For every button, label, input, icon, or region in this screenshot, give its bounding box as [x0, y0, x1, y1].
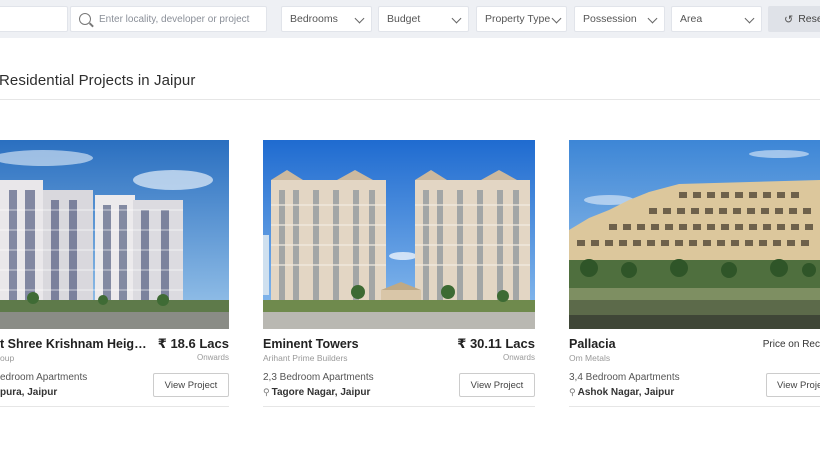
card-divider: [569, 406, 820, 407]
map-pin-icon: ⚲: [569, 387, 576, 397]
builder-name: Arihant Prime Builders: [263, 353, 348, 363]
budget-dropdown[interactable]: Budget: [378, 6, 469, 32]
project-image[interactable]: [569, 140, 820, 329]
card-divider: [263, 406, 535, 407]
project-config: edroom Apartments: [0, 372, 88, 383]
project-card[interactable]: Pallacia Om Metals Price on Rec 3,4 Bedr…: [569, 140, 820, 410]
project-image[interactable]: [263, 140, 535, 329]
search-icon: [79, 13, 91, 25]
reset-icon: ↺: [784, 13, 794, 26]
filter-bar: Bedrooms Budget Property Type Possession…: [0, 0, 820, 38]
map-pin-icon: ⚲: [263, 387, 270, 397]
property-type-label: Property Type: [485, 13, 551, 25]
view-project-button[interactable]: View Proje: [766, 373, 820, 397]
card-divider: [0, 406, 229, 407]
view-project-button[interactable]: View Project: [153, 373, 229, 397]
possession-label: Possession: [583, 13, 637, 25]
price-onwards: Onwards: [502, 353, 535, 362]
city-select[interactable]: [0, 6, 68, 32]
view-project-button[interactable]: View Project: [459, 373, 535, 397]
search-box[interactable]: [70, 6, 267, 32]
property-type-dropdown[interactable]: Property Type: [476, 6, 567, 32]
project-name[interactable]: Pallacia: [569, 337, 616, 351]
location-text: Tagore Nagar, Jaipur: [271, 387, 371, 398]
chevron-down-icon: [551, 13, 562, 24]
project-name[interactable]: t Shree Krishnam Heig…: [0, 337, 147, 351]
chevron-down-icon: [354, 13, 365, 24]
project-config: 3,4 Bedroom Apartments: [569, 372, 680, 383]
project-location: ⚲ Ashok Nagar, Jaipur: [569, 387, 674, 398]
bedrooms-dropdown[interactable]: Bedrooms: [281, 6, 372, 32]
location-text: Ashok Nagar, Jaipur: [577, 387, 675, 398]
area-label: Area: [680, 13, 703, 25]
location-text: pura, Jaipur: [0, 387, 58, 398]
builder-name: Om Metals: [569, 353, 611, 363]
project-price: ₹ 30.11 Lacs: [457, 336, 535, 351]
project-price: ₹ 18.6 Lacs: [157, 336, 229, 351]
project-card[interactable]: t Shree Krishnam Heig… oup ₹ 18.6 Lacs O…: [0, 140, 229, 410]
price-onwards: Onwards: [196, 353, 229, 362]
project-config: 2,3 Bedroom Apartments: [263, 372, 374, 383]
chevron-down-icon: [647, 13, 658, 24]
search-input[interactable]: [99, 13, 266, 25]
area-dropdown[interactable]: Area: [671, 6, 762, 32]
builder-name: oup: [0, 353, 15, 363]
page-title: Residential Projects in Jaipur: [0, 72, 196, 89]
budget-label: Budget: [387, 13, 421, 25]
chevron-down-icon: [451, 13, 462, 24]
possession-dropdown[interactable]: Possession: [574, 6, 665, 32]
project-price: Price on Rec: [762, 339, 820, 350]
divider: [0, 99, 820, 100]
project-location: ⚲ Tagore Nagar, Jaipur: [263, 387, 370, 398]
bedrooms-label: Bedrooms: [290, 13, 338, 25]
project-card[interactable]: Eminent Towers Arihant Prime Builders ₹ …: [263, 140, 535, 410]
project-name[interactable]: Eminent Towers: [263, 337, 359, 351]
reset-button[interactable]: ↺ Rese: [768, 6, 820, 32]
reset-label: Rese: [798, 13, 820, 25]
chevron-down-icon: [744, 13, 755, 24]
project-image[interactable]: [0, 140, 229, 329]
project-location: pura, Jaipur: [0, 387, 57, 398]
